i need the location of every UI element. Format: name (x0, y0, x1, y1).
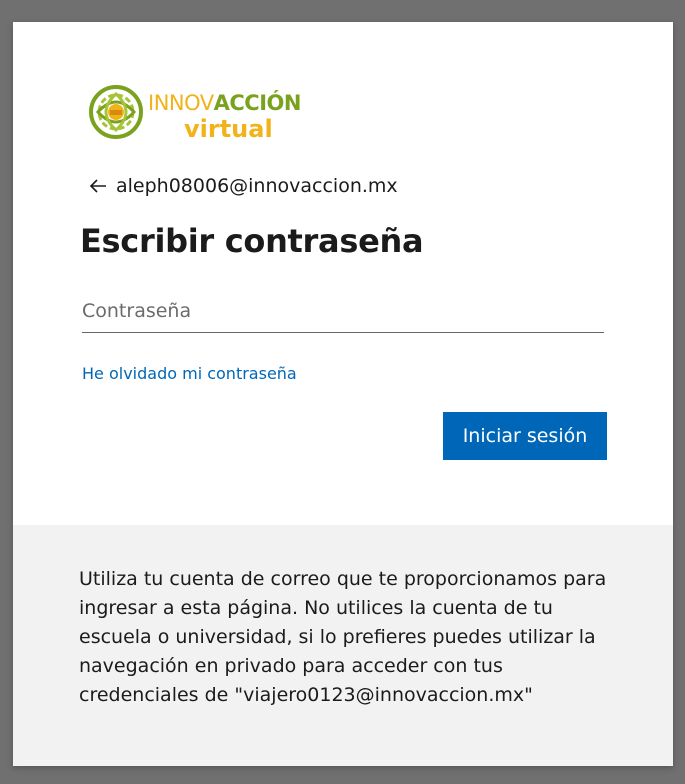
arrow-left-icon[interactable] (86, 174, 110, 198)
footer-message: Utiliza tu cuenta de correo que te propo… (79, 568, 607, 706)
signin-button[interactable]: Iniciar sesión (443, 412, 607, 460)
logo-wordmark: INNOVACCIÓN (148, 90, 301, 116)
logo-text-virtual: virtual (184, 115, 273, 143)
forgot-password-link[interactable]: He olvidado mi contraseña (82, 364, 297, 383)
logo-text-innov: INNOV (148, 91, 214, 115)
brand-logo: INNOVACCIÓN virtual (88, 84, 318, 146)
footer-panel: Utiliza tu cuenta de correo que te propo… (13, 525, 673, 766)
account-email: aleph08006@innovaccion.mx (116, 175, 398, 197)
knot-emblem-icon (89, 85, 143, 139)
logo-text-accion: ACCIÓN (213, 91, 302, 115)
identity-row: aleph08006@innovaccion.mx (86, 172, 398, 200)
page-title: Escribir contraseña (80, 222, 424, 260)
password-input[interactable] (82, 290, 604, 333)
signin-card: INNOVACCIÓN virtual aleph08006@innovacci… (13, 22, 673, 766)
signin-panel: INNOVACCIÓN virtual aleph08006@innovacci… (13, 22, 673, 525)
